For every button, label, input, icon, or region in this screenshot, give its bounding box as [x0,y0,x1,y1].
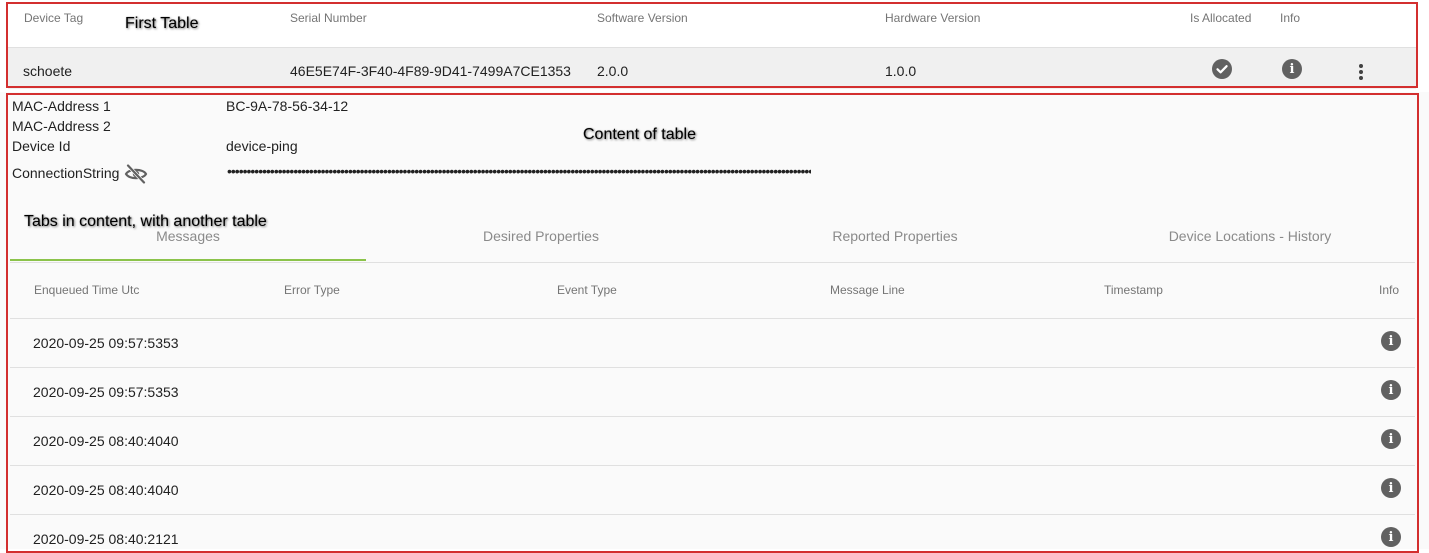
tabs-annotation: Tabs in content, with another table [24,213,267,230]
first-table-highlight-box [6,2,1418,88]
content-highlight-box [6,93,1419,553]
content-annotation: Content of table [583,126,696,143]
first-table-annotation: First Table [125,15,199,32]
